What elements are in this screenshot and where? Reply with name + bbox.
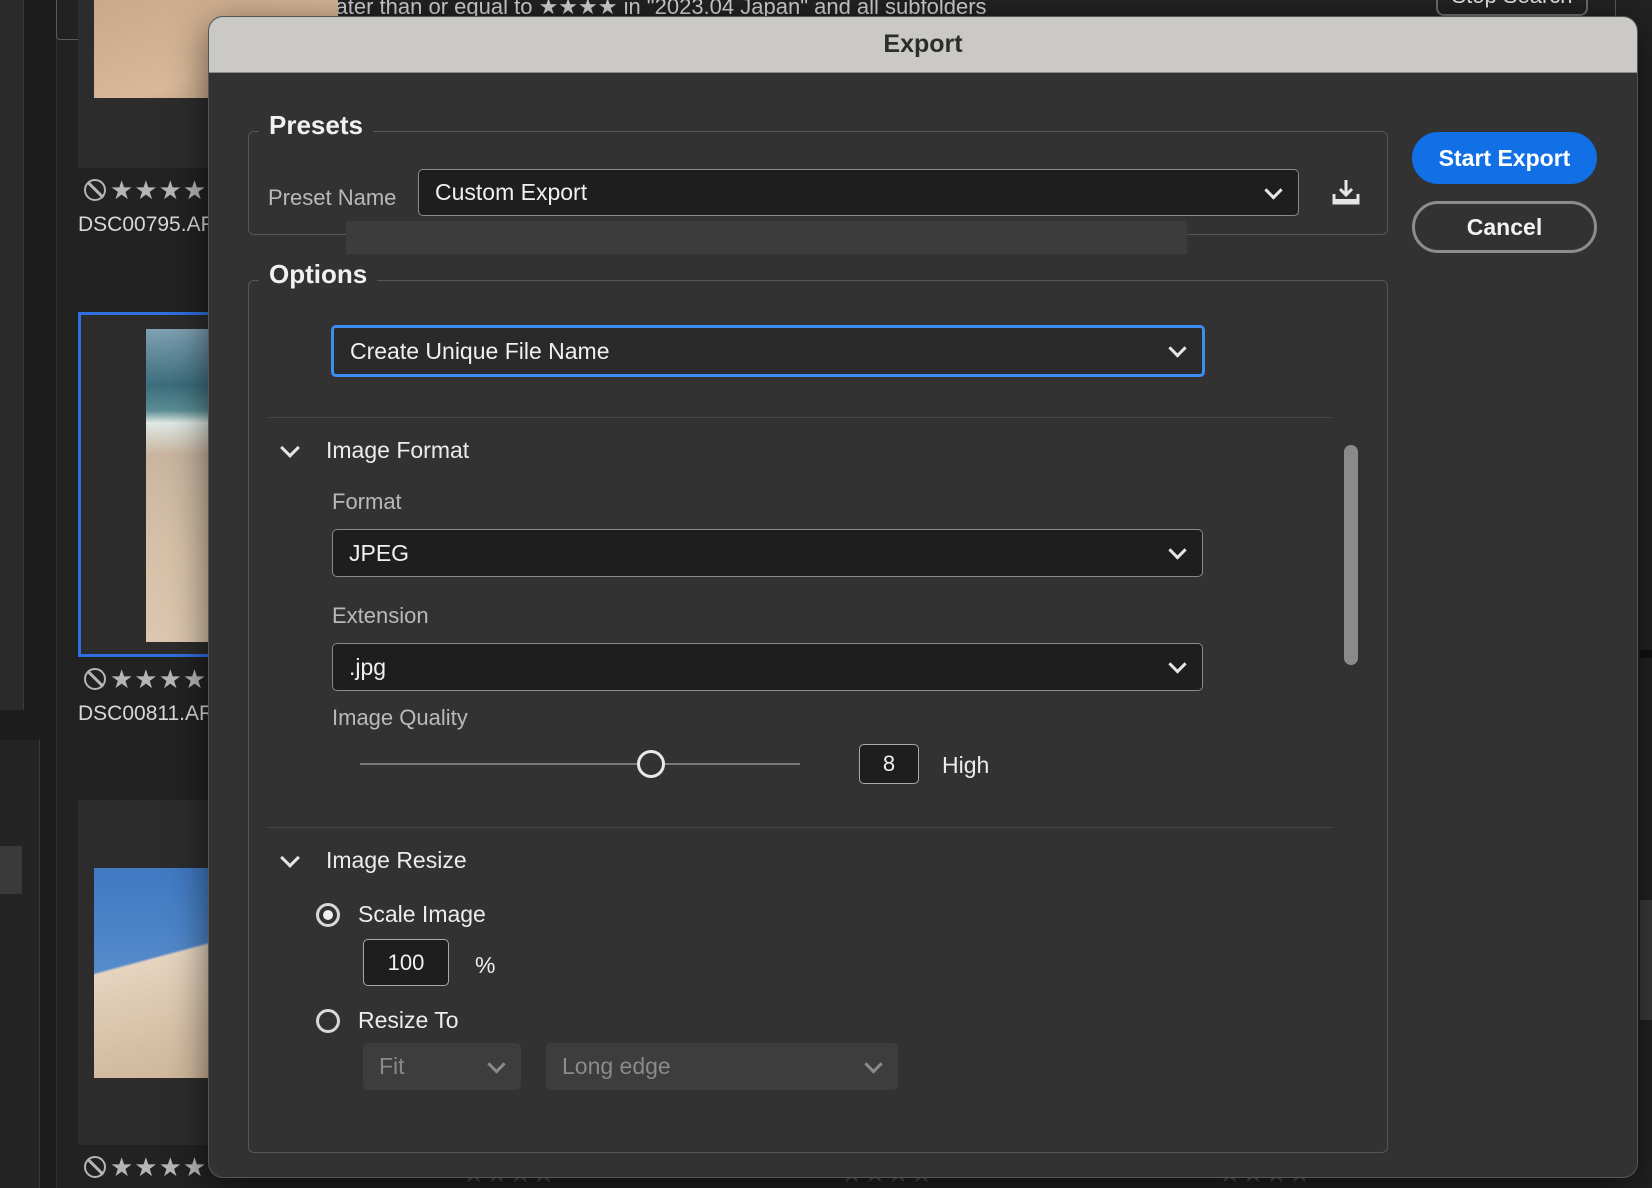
quality-value-input[interactable]: 8 [859, 744, 919, 784]
chevron-down-icon [1168, 339, 1187, 358]
rating-row[interactable]: ★★★★ [84, 175, 207, 206]
image-resize-header[interactable]: Image Resize [326, 847, 467, 874]
extension-value: .jpg [349, 653, 387, 680]
preset-name-select[interactable]: Custom Export [418, 169, 1299, 216]
star-rating[interactable]: ★★★★ [110, 1152, 207, 1182]
stop-search-button[interactable]: Stop Search [1436, 0, 1588, 16]
cancel-button[interactable]: Cancel [1412, 201, 1597, 253]
save-preset-icon[interactable] [1331, 177, 1361, 207]
quality-text: High [942, 752, 990, 778]
file-conflict-select[interactable]: Create Unique File Name [331, 325, 1205, 377]
image-quality-label: Image Quality [332, 705, 468, 730]
image-format-header[interactable]: Image Format [326, 437, 469, 464]
reject-flag-icon[interactable] [84, 179, 106, 201]
left-panel-tab[interactable] [0, 846, 22, 894]
presets-legend: Presets [259, 110, 373, 141]
scale-unit: % [475, 952, 496, 978]
star-rating[interactable]: ★★★★ [110, 664, 207, 694]
preset-name-value: Custom Export [435, 179, 588, 205]
left-panel-lower [0, 740, 40, 1188]
dialog-titlebar[interactable]: Export [209, 17, 1637, 73]
fit-select[interactable]: Fit [363, 1043, 521, 1090]
extension-label: Extension [332, 603, 429, 628]
scale-image-radio[interactable] [316, 903, 340, 927]
file-conflict-value: Create Unique File Name [350, 337, 610, 364]
quality-slider-thumb[interactable] [637, 750, 665, 778]
quality-slider-track[interactable] [360, 763, 800, 765]
star-rating[interactable]: ★★★★ [110, 175, 207, 205]
chevron-down-icon [487, 1054, 506, 1074]
format-value: JPEG [349, 539, 410, 566]
start-export-button[interactable]: Start Export [1412, 132, 1597, 184]
chevron-down-icon [1168, 655, 1187, 674]
edge-value: Long edge [562, 1053, 671, 1079]
chevron-down-icon [864, 1054, 883, 1074]
extension-select[interactable]: .jpg [332, 643, 1203, 691]
options-legend: Options [259, 259, 378, 290]
dialog-title: Export [883, 30, 963, 58]
section-divider [268, 417, 1332, 418]
options-scrollbar[interactable] [1344, 445, 1358, 665]
format-label: Format [332, 489, 402, 514]
resize-to-radio[interactable] [316, 1009, 340, 1033]
right-edge-mark [1640, 650, 1652, 658]
preset-name-label: Preset Name [268, 185, 397, 210]
section-divider [268, 827, 1332, 828]
left-panel [0, 0, 24, 710]
fit-value: Fit [379, 1053, 405, 1079]
presets-gap [346, 221, 1187, 254]
scale-percent-input[interactable]: 100 [363, 939, 449, 986]
export-dialog: Export Presets Preset Name Custom Export… [209, 17, 1637, 1177]
scale-image-label[interactable]: Scale Image [358, 901, 486, 928]
rating-row[interactable]: ★★★★ [84, 664, 207, 695]
resize-to-label[interactable]: Resize To [358, 1007, 459, 1034]
reject-flag-icon[interactable] [84, 1156, 106, 1178]
chevron-down-icon [1168, 541, 1187, 560]
edge-select[interactable]: Long edge [546, 1043, 898, 1090]
right-edge-scroll[interactable] [1640, 900, 1652, 1020]
rating-row[interactable]: ★★★★ [84, 1152, 207, 1183]
format-select[interactable]: JPEG [332, 529, 1203, 577]
reject-flag-icon[interactable] [84, 668, 106, 690]
chevron-down-icon [1264, 180, 1283, 200]
